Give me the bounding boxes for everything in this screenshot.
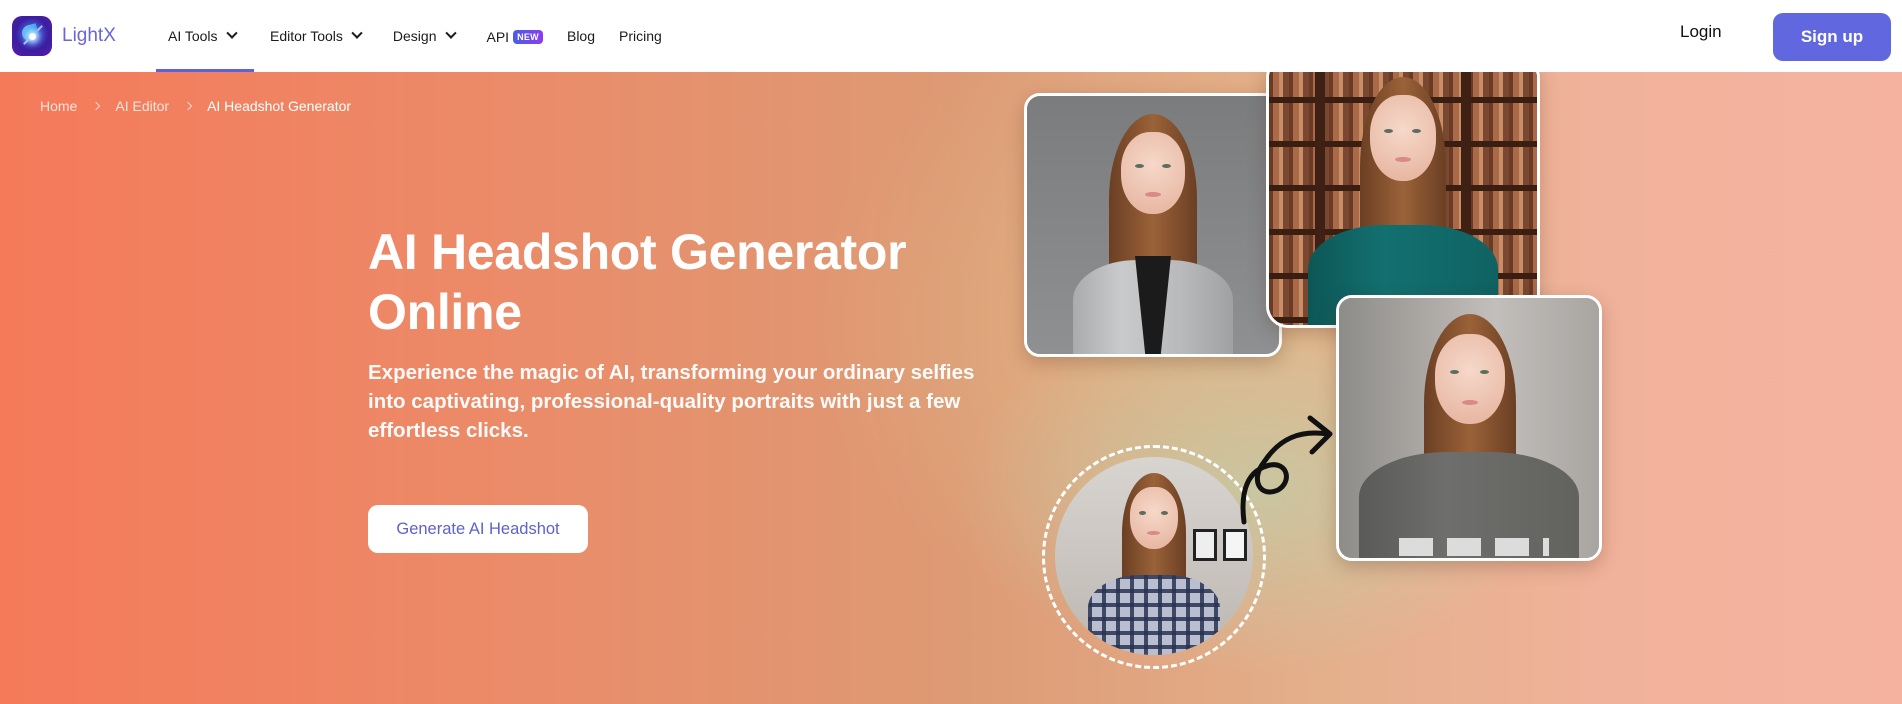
nav-api[interactable]: API NEW: [475, 0, 555, 72]
brand-name: LightX: [62, 25, 116, 46]
nav-design-label: Design: [392, 28, 437, 44]
nav-pricing-label: Pricing: [619, 28, 662, 44]
chevron-right-icon: [92, 101, 101, 111]
nav-ai-tools-label: AI Tools: [168, 28, 218, 44]
title-line-2: Online: [368, 284, 522, 340]
nav-api-label: API: [486, 29, 510, 45]
nav-blog-label: Blog: [566, 28, 596, 44]
curved-arrow-icon: [1240, 415, 1333, 525]
generate-headshot-button[interactable]: Generate AI Headshot: [368, 505, 588, 553]
breadcrumb-home[interactable]: Home: [40, 98, 77, 114]
original-selfie-image: [1055, 457, 1253, 655]
chevron-down-icon: [225, 27, 238, 39]
hero-section: Home AI Editor AI Headshot Generator AI …: [0, 72, 1902, 704]
page-title: AI Headshot Generator Online: [368, 222, 988, 342]
chevron-down-icon: [351, 27, 363, 39]
top-navbar: LightX AI Tools Editor Tools Design API …: [0, 0, 1902, 72]
signup-button[interactable]: Sign up: [1773, 13, 1891, 61]
nav-pricing[interactable]: Pricing: [607, 0, 674, 72]
chevron-right-icon: [183, 101, 193, 111]
headshot-image-bookshelf: [1266, 56, 1540, 328]
new-badge: NEW: [513, 30, 543, 44]
title-line-1: AI Headshot Generator: [368, 224, 907, 280]
login-link[interactable]: Login: [1680, 22, 1722, 42]
nav-blog[interactable]: Blog: [555, 0, 607, 72]
main-nav: AI Tools Editor Tools Design API NEW Blo…: [156, 0, 674, 72]
headshot-image-blazer: [1024, 93, 1282, 357]
nav-editor-tools-label: Editor Tools: [270, 28, 343, 44]
breadcrumb-current: AI Headshot Generator: [207, 98, 352, 114]
hero-subtitle: Experience the magic of AI, transforming…: [368, 361, 975, 442]
lightx-logo-icon: [12, 16, 52, 56]
nav-editor-tools[interactable]: Editor Tools: [258, 0, 373, 72]
nav-design[interactable]: Design: [381, 0, 467, 72]
nav-ai-tools[interactable]: AI Tools: [156, 0, 254, 72]
breadcrumb-ai-editor[interactable]: AI Editor: [115, 98, 169, 114]
brand-logo[interactable]: LightX: [12, 16, 116, 56]
chevron-down-icon: [444, 27, 457, 39]
breadcrumb: Home AI Editor AI Headshot Generator: [40, 98, 351, 114]
headshot-image-tshirt: [1336, 295, 1602, 561]
